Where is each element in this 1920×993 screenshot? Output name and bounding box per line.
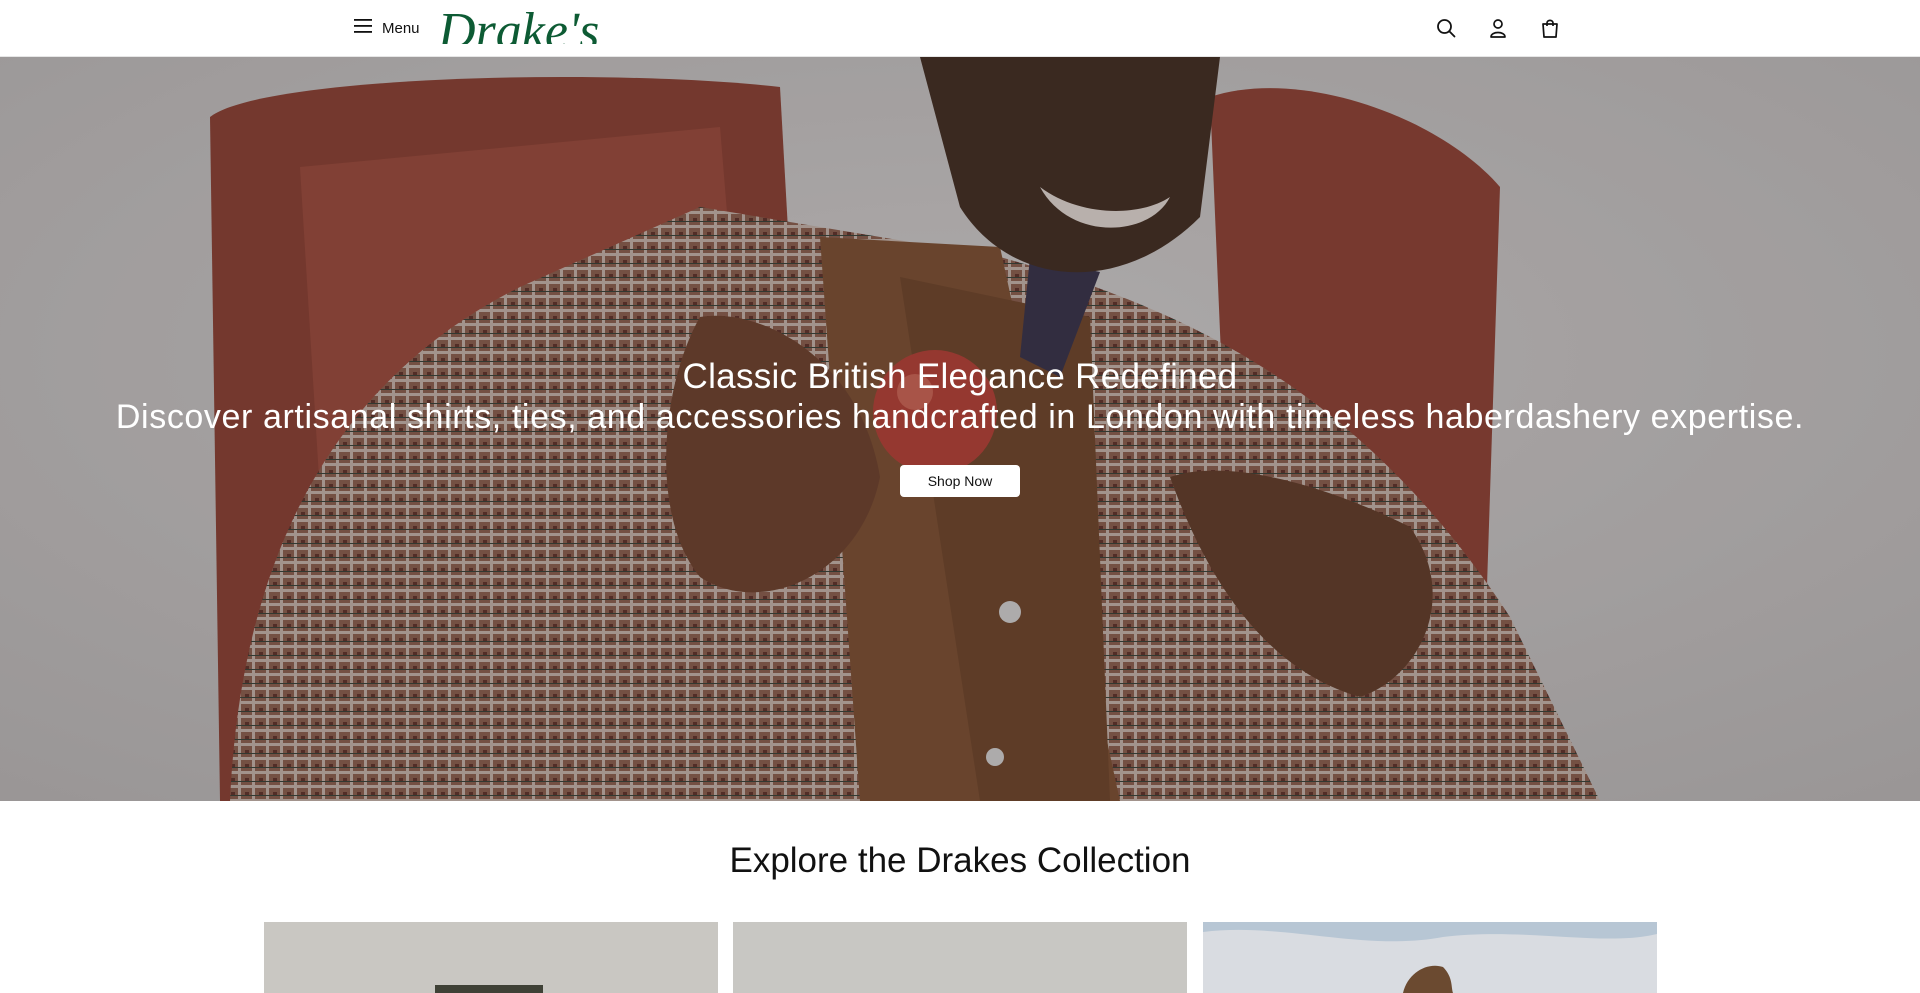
collection-card-image [733, 922, 1187, 993]
collection-card[interactable] [733, 922, 1187, 993]
drakes-logo[interactable]: Drake's [436, 4, 618, 44]
shop-now-button[interactable]: Shop Now [900, 465, 1020, 497]
collection-card[interactable] [264, 922, 718, 993]
account-icon[interactable] [1484, 14, 1512, 42]
collection-card[interactable] [1203, 922, 1657, 993]
hero-subtitle: Discover artisanal shirts, ties, and acc… [115, 398, 1805, 436]
menu-label: Menu [382, 19, 420, 37]
collection-card-image [1203, 922, 1657, 993]
svg-text:Drake's: Drake's [437, 4, 599, 44]
hero-text: Classic British Elegance Redefined Disco… [0, 357, 1920, 437]
menu-button[interactable]: Menu [354, 14, 420, 42]
bag-icon[interactable] [1536, 14, 1564, 42]
collection-card-image [264, 922, 718, 993]
hero-banner: Classic British Elegance Redefined Disco… [0, 57, 1920, 801]
search-icon[interactable] [1432, 14, 1460, 42]
site-header: Menu Drake's [0, 0, 1920, 57]
hamburger-icon [354, 18, 372, 39]
collection-title: Explore the Drakes Collection [729, 841, 1191, 880]
hero-title: Classic British Elegance Redefined [682, 357, 1238, 396]
